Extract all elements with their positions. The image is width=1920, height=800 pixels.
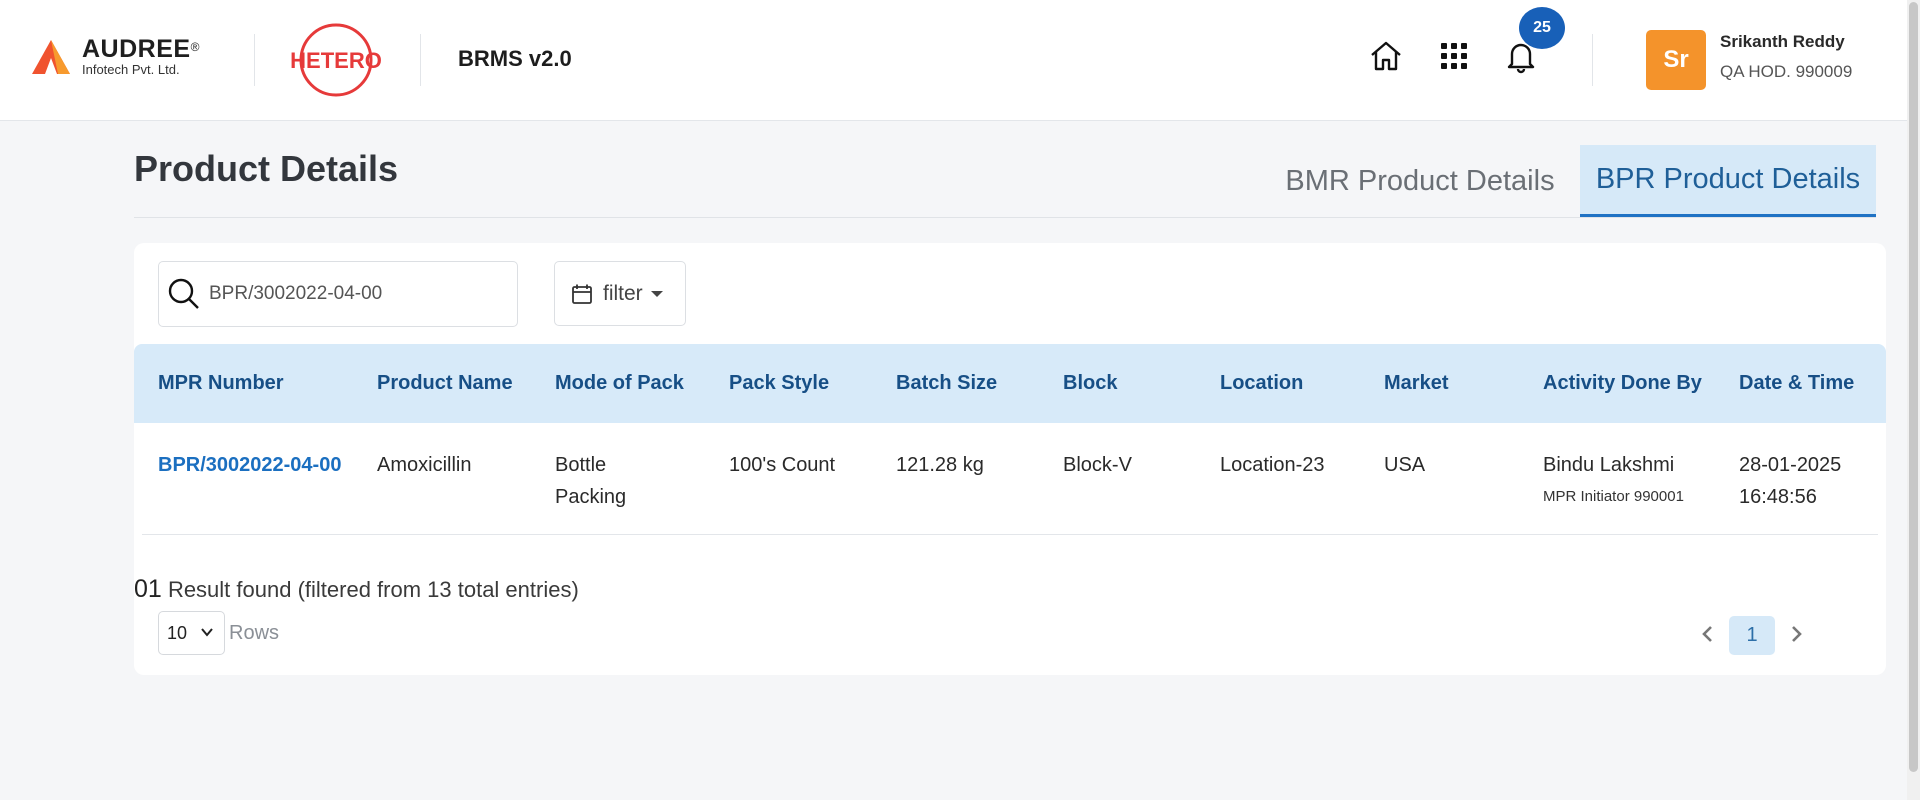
column-header-location[interactable]: Location	[1220, 372, 1303, 395]
column-header-date-time[interactable]: Date & Time	[1739, 372, 1854, 395]
result-label: Result found (filtered from 13 total ent…	[167, 577, 579, 602]
audree-subtitle: Infotech Pvt. Ltd.	[82, 62, 180, 77]
column-header-block[interactable]: Block	[1063, 372, 1117, 395]
rows-per-page-select[interactable]: 10	[158, 611, 225, 655]
column-header-mode-of-pack[interactable]: Mode of Pack	[555, 372, 684, 395]
top-header: AUDREE® Infotech Pvt. Ltd. HETERO BRMS v…	[0, 0, 1920, 121]
activity-user-name: Bindu Lakshmi	[1543, 454, 1675, 476]
caret-down-icon	[650, 290, 663, 297]
pagination-next-button[interactable]	[1786, 624, 1806, 644]
cell-activity-done-by: Bindu Lakshmi MPR Initiator 990001	[1543, 449, 1684, 513]
table-row[interactable]: BPR/3002022-04-00 Amoxicillin Bottle Pac…	[134, 423, 1886, 535]
audree-logo-mark	[30, 36, 72, 78]
page-title: Product Details	[134, 148, 399, 189]
app-name: BRMS v2.0	[458, 46, 572, 71]
cell-product-name: Amoxicillin	[377, 454, 472, 476]
tab-bmr-product-details[interactable]: BMR Product Details	[1268, 145, 1572, 218]
cell-mode-of-pack: Bottle Packing	[555, 454, 627, 508]
result-summary: 01 Result found (filtered from 13 total …	[134, 575, 579, 604]
cell-pack-style: 100's Count	[729, 454, 836, 476]
avatar[interactable]: Sr	[1646, 30, 1706, 90]
column-header-market[interactable]: Market	[1384, 372, 1448, 395]
header-divider	[1592, 34, 1593, 86]
chevron-down-icon	[201, 628, 213, 637]
header-divider	[254, 34, 255, 86]
calendar-icon	[572, 284, 592, 304]
filter-label: filter	[603, 281, 643, 305]
home-icon[interactable]	[1368, 38, 1404, 74]
audree-name: AUDREE®	[82, 35, 200, 63]
cell-date-time: 28-01-2025 16:48:56	[1739, 454, 1842, 508]
pagination-prev-button[interactable]	[1698, 624, 1718, 644]
cell-market: USA	[1384, 454, 1426, 476]
pagination-page-1[interactable]: 1	[1729, 616, 1775, 655]
svg-text:HETERO: HETERO	[290, 48, 382, 73]
rows-per-page-value: 10	[167, 622, 188, 643]
column-header-product-name[interactable]: Product Name	[377, 372, 513, 395]
hetero-logo: HETERO	[288, 22, 384, 98]
table-header: MPR Number Product Name Mode of Pack Pac…	[134, 344, 1886, 423]
title-divider	[134, 217, 1876, 218]
notification-badge[interactable]: 25	[1519, 7, 1565, 49]
header-divider	[420, 34, 421, 86]
user-name: Srikanth Reddy	[1720, 32, 1845, 51]
column-header-pack-style[interactable]: Pack Style	[729, 372, 829, 395]
result-count: 01	[134, 575, 162, 603]
apps-grid-icon[interactable]	[1436, 38, 1472, 74]
tab-bpr-product-details[interactable]: BPR Product Details	[1580, 145, 1876, 218]
column-header-mpr-number[interactable]: MPR Number	[158, 372, 284, 395]
column-header-batch-size[interactable]: Batch Size	[896, 372, 997, 395]
rows-label: Rows	[229, 622, 280, 644]
cell-block: Block-V	[1063, 454, 1132, 476]
cell-location: Location-23	[1220, 454, 1325, 476]
chevron-left-icon	[1702, 626, 1712, 642]
activity-user-role: MPR Initiator 990001	[1543, 488, 1684, 505]
user-role: QA HOD. 990009	[1720, 62, 1853, 81]
chevron-right-icon	[1792, 626, 1802, 642]
search-input[interactable]	[209, 283, 489, 305]
column-header-activity-done-by[interactable]: Activity Done By	[1543, 372, 1702, 395]
search-icon	[168, 278, 199, 309]
page-scrollbar[interactable]	[1907, 0, 1920, 800]
cell-batch-size: 121.28 kg	[896, 454, 984, 476]
filter-button[interactable]: filter	[554, 261, 686, 326]
audree-logo: AUDREE® Infotech Pvt. Ltd.	[30, 36, 200, 78]
search-box	[158, 261, 518, 327]
mpr-number-link[interactable]: BPR/3002022-04-00	[158, 449, 341, 481]
row-divider	[142, 534, 1878, 535]
scrollbar-thumb[interactable]	[1909, 2, 1918, 772]
